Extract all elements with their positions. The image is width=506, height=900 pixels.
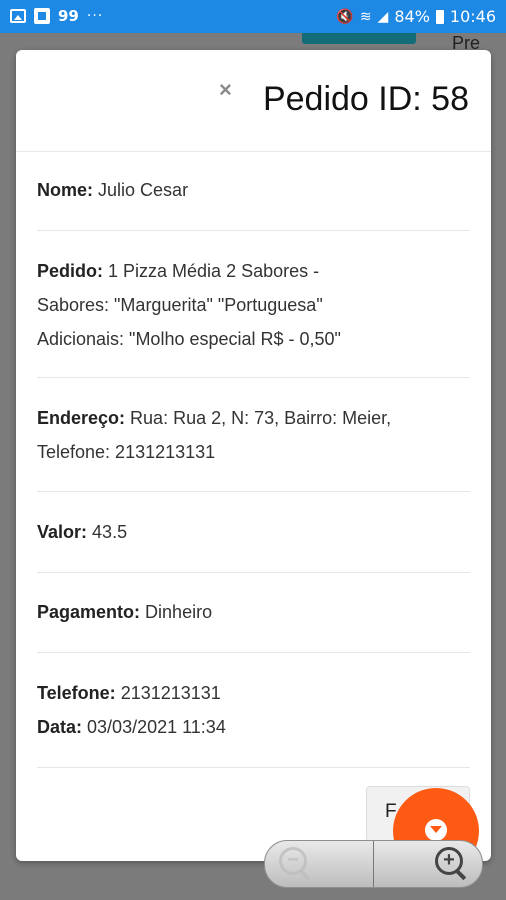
pedido-adicionais: Adicionais: "Molho especial R$ - 0,50" (37, 329, 341, 349)
gallery-icon (10, 9, 26, 23)
notification-count: 99 (58, 7, 79, 25)
pagamento-section: Pagamento: Dinheiro (37, 573, 470, 653)
endereco-telefone: Telefone: 2131213131 (37, 442, 216, 462)
status-bar: 99 ··· 🔇 ≋ ◢ 84% 10:46 (0, 0, 506, 33)
modal-title: Pedido ID: 58 (262, 80, 469, 118)
pagamento-label: Pagamento: (37, 602, 141, 622)
wifi-icon: ≋ (359, 8, 372, 25)
pedido-item: 1 Pizza Média 2 Sabores - (108, 261, 320, 281)
battery-icon (435, 9, 444, 24)
clock: 10:46 (449, 7, 496, 26)
zoom-out-button[interactable]: − (279, 847, 313, 881)
zoom-in-icon-handle (455, 869, 467, 881)
telefone-label: Telefone: (37, 683, 116, 703)
zoom-divider (373, 841, 374, 887)
valor-label: Valor: (37, 522, 88, 542)
telefone-line: Telefone: 2131213131 (37, 676, 470, 710)
flipboard-icon (34, 8, 50, 24)
pedido-line-1: Pedido: 1 Pizza Média 2 Sabores - (37, 254, 470, 288)
status-bar-left: 99 ··· (10, 7, 103, 25)
mute-icon: 🔇 (336, 8, 354, 25)
close-button[interactable]: × (219, 77, 232, 103)
modal-header: × Pedido ID: 58 (16, 50, 491, 152)
nome-value: Julio Cesar (98, 180, 189, 200)
zoom-out-icon-handle (299, 869, 311, 881)
order-modal: × Pedido ID: 58 Nome: Julio Cesar Pedido… (16, 50, 491, 861)
endereco-line-1: Endereço: Rua: Rua 2, N: 73, Bairro: Mei… (37, 401, 470, 435)
valor-section: Valor: 43.5 (37, 492, 470, 573)
pedido-section: Pedido: 1 Pizza Média 2 Sabores - Sabore… (37, 231, 470, 378)
endereco-section: Endereço: Rua: Rua 2, N: 73, Bairro: Mei… (37, 378, 470, 492)
data-label: Data: (37, 717, 83, 737)
nome-label: Nome: (37, 180, 94, 200)
battery-percent: 84% (394, 7, 430, 26)
nome-section: Nome: Julio Cesar (37, 152, 470, 231)
data-value: 03/03/2021 11:34 (87, 717, 226, 737)
chevron-down-icon (425, 819, 447, 841)
pedido-label: Pedido: (37, 261, 103, 281)
pedido-sabores: Sabores: "Marguerita" "Portuguesa" (37, 295, 323, 315)
telefone-value: 2131213131 (120, 683, 221, 703)
more-notifications-icon: ··· (86, 8, 104, 24)
data-line: Data: 03/03/2021 11:34 (37, 710, 470, 744)
zoom-in-button[interactable]: + (435, 847, 469, 881)
telefone-data-section: Telefone: 2131213131 Data: 03/03/2021 11… (37, 653, 470, 768)
valor-value: 43.5 (92, 522, 128, 542)
pagamento-value: Dinheiro (145, 602, 213, 622)
status-bar-right: 🔇 ≋ ◢ 84% 10:46 (336, 7, 496, 26)
zoom-control: − + (264, 840, 483, 888)
endereco-label: Endereço: (37, 408, 126, 428)
background-button (302, 33, 416, 44)
signal-icon: ◢ (377, 8, 389, 25)
endereco-value: Rua: Rua 2, N: 73, Bairro: Meier, (130, 408, 392, 428)
